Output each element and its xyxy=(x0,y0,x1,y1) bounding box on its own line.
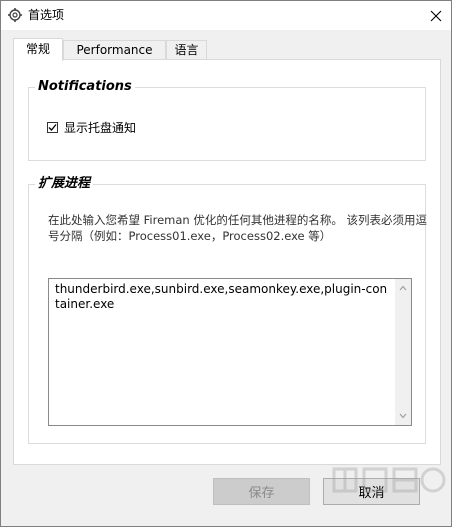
close-icon xyxy=(430,10,442,21)
tab-language[interactable]: 语言 xyxy=(166,40,207,59)
tab-general[interactable]: 常规 xyxy=(13,38,63,61)
general-tab-panel: Notifications 显示托盘通知 扩展进程 在此处输入您希望 Firem… xyxy=(13,59,441,465)
title-bar: 首选项 xyxy=(1,1,451,30)
save-button[interactable]: 保存 xyxy=(213,478,310,505)
textarea-scrollbar[interactable] xyxy=(395,279,411,425)
processes-textarea-value[interactable]: thunderbird.exe,sunbird.exe,seamonkey.ex… xyxy=(55,282,389,312)
extend-processes-group-title: 扩展进程 xyxy=(35,176,94,192)
window-title: 首选项 xyxy=(28,8,65,22)
check-icon xyxy=(48,124,57,131)
tray-notification-label: 显示托盘通知 xyxy=(64,121,137,135)
chevron-up-icon[interactable] xyxy=(399,284,407,292)
extend-processes-description: 在此处输入您希望 Fireman 优化的任何其他进程的名称。 该列表必须用逗号分… xyxy=(48,213,428,243)
chevron-down-icon[interactable] xyxy=(399,412,407,420)
close-button[interactable] xyxy=(421,1,451,30)
notifications-group: Notifications 显示托盘通知 xyxy=(28,79,426,161)
tab-performance[interactable]: Performance xyxy=(63,40,166,59)
tray-notification-option[interactable]: 显示托盘通知 xyxy=(47,119,136,136)
gear-icon xyxy=(8,8,22,22)
notifications-group-title: Notifications xyxy=(35,79,135,95)
processes-textarea[interactable]: thunderbird.exe,sunbird.exe,seamonkey.ex… xyxy=(48,278,412,426)
watermark-logo xyxy=(332,467,446,493)
tray-notification-checkbox[interactable] xyxy=(47,122,58,133)
preferences-window: 首选项 常规 Performance 语言 Notifications 显示托盘… xyxy=(0,0,452,527)
